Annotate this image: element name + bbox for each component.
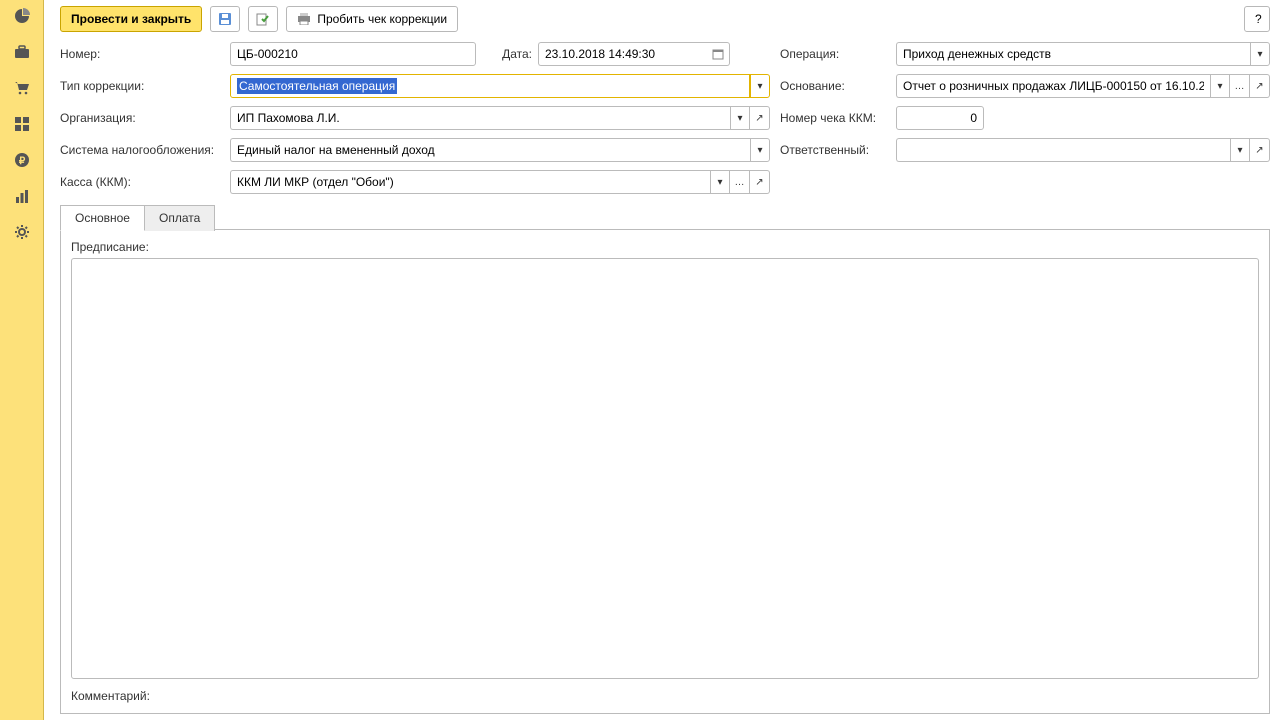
toolbar: Провести и закрыть Пробить чек коррекции… (60, 6, 1270, 32)
svg-text:₽: ₽ (18, 156, 25, 167)
nav-briefcase-icon[interactable] (10, 40, 34, 64)
nav-chart-icon[interactable] (10, 184, 34, 208)
nav-grid-icon[interactable] (10, 112, 34, 136)
correction-type-value: Самостоятельная операция (237, 78, 397, 94)
save-button[interactable] (210, 6, 240, 32)
operation-input[interactable] (896, 42, 1250, 66)
help-button[interactable]: ? (1244, 6, 1270, 32)
prescription-textarea[interactable] (71, 258, 1259, 679)
check-no-label: Номер чека ККМ: (780, 111, 890, 125)
date-label: Дата: (482, 47, 532, 61)
org-input[interactable] (230, 106, 730, 130)
kkm-input[interactable] (230, 170, 710, 194)
basis-input[interactable] (896, 74, 1210, 98)
open-icon[interactable]: ↗ (1250, 74, 1270, 98)
open-icon[interactable]: ↗ (750, 106, 770, 130)
tab-pane-main: Предписание: Комментарий: (60, 229, 1270, 714)
basis-label: Основание: (780, 79, 890, 93)
number-label: Номер: (60, 47, 224, 61)
calendar-icon[interactable] (706, 42, 730, 66)
correction-type-label: Тип коррекции: (60, 79, 224, 93)
dropdown-icon[interactable]: ▾ (710, 170, 730, 194)
nav-gear-icon[interactable] (10, 220, 34, 244)
main-content: Провести и закрыть Пробить чек коррекции… (44, 0, 1280, 720)
prescription-label: Предписание: (71, 240, 1259, 254)
kkm-label: Касса (ККМ): (60, 175, 224, 189)
post-button[interactable] (248, 6, 278, 32)
tabs: Основное Оплата (60, 204, 1270, 230)
correction-type-input[interactable]: Самостоятельная операция (230, 74, 750, 98)
dropdown-icon[interactable]: ▾ (1230, 138, 1250, 162)
tax-label: Система налогообложения: (60, 143, 224, 157)
nav-cart-icon[interactable] (10, 76, 34, 100)
submit-close-button[interactable]: Провести и закрыть (60, 6, 202, 32)
tab-main[interactable]: Основное (60, 205, 145, 231)
tab-payment[interactable]: Оплата (145, 205, 215, 231)
print-correction-label: Пробить чек коррекции (317, 12, 447, 26)
nav-sidebar: ₽ (0, 0, 44, 720)
dropdown-icon[interactable]: ▾ (750, 74, 770, 98)
check-no-input[interactable] (896, 106, 984, 130)
date-input[interactable] (538, 42, 706, 66)
comment-label: Комментарий: (71, 689, 1259, 703)
responsible-input[interactable] (896, 138, 1230, 162)
open-icon[interactable]: ↗ (1250, 138, 1270, 162)
more-icon[interactable]: … (1230, 74, 1250, 98)
nav-ruble-icon[interactable]: ₽ (10, 148, 34, 172)
dropdown-icon[interactable]: ▾ (1250, 42, 1270, 66)
operation-label: Операция: (780, 47, 890, 61)
dropdown-icon[interactable]: ▾ (750, 138, 770, 162)
print-correction-button[interactable]: Пробить чек коррекции (286, 6, 458, 32)
dropdown-icon[interactable]: ▾ (730, 106, 750, 130)
more-icon[interactable]: … (730, 170, 750, 194)
number-input[interactable] (230, 42, 476, 66)
open-icon[interactable]: ↗ (750, 170, 770, 194)
nav-pie-icon[interactable] (10, 4, 34, 28)
responsible-label: Ответственный: (780, 143, 890, 157)
tax-input[interactable] (230, 138, 750, 162)
org-label: Организация: (60, 111, 224, 125)
dropdown-icon[interactable]: ▾ (1210, 74, 1230, 98)
